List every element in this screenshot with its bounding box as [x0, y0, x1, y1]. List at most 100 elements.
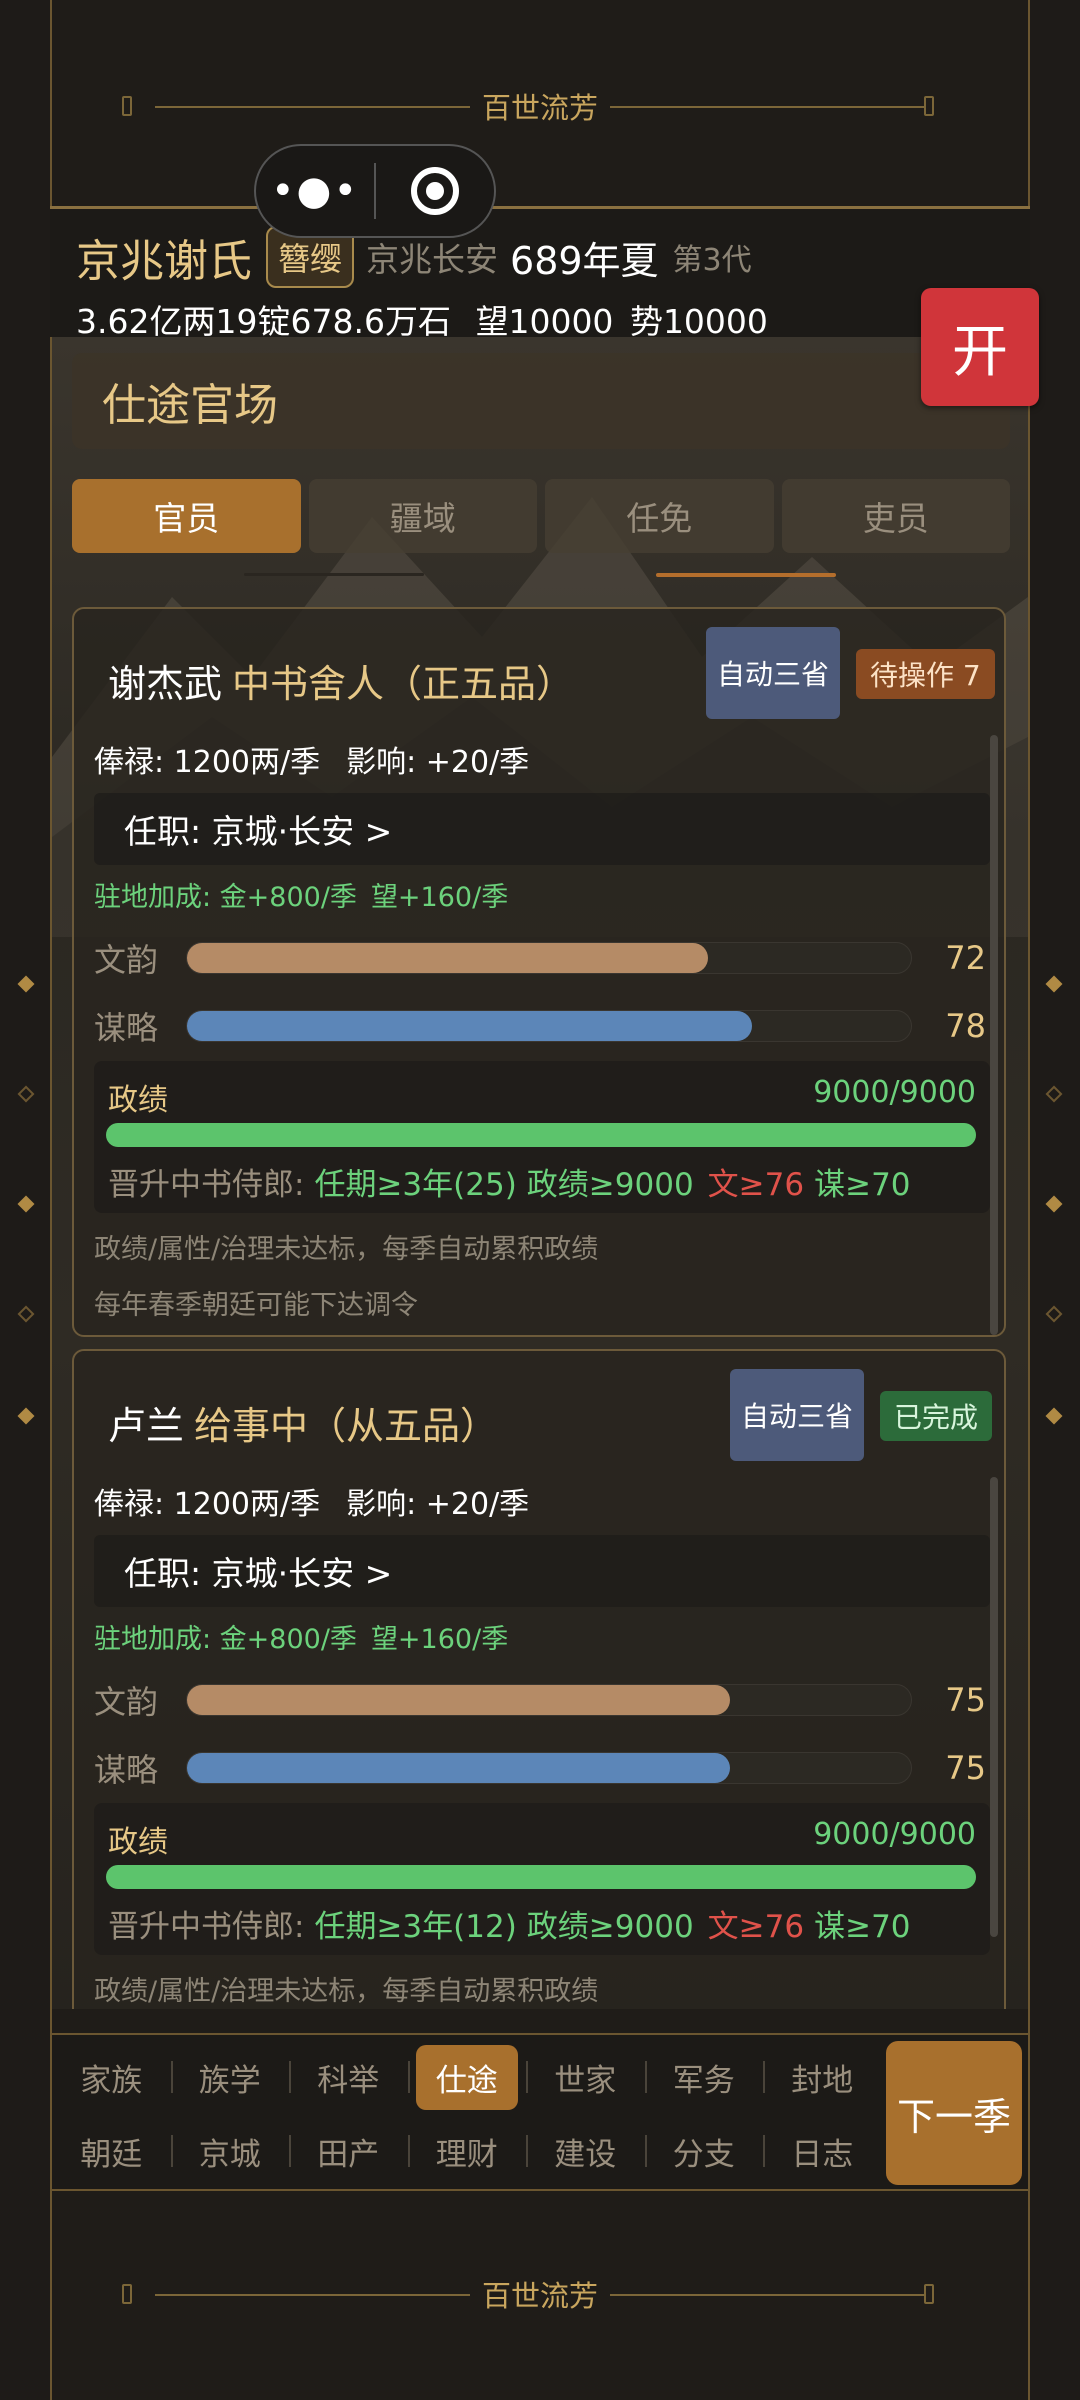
nav-item[interactable]: 田产	[289, 2119, 408, 2183]
performance-value: 9000/9000	[813, 1075, 976, 1110]
nav-item-label: 理财	[435, 2136, 498, 2173]
open-button[interactable]: 开	[921, 288, 1039, 406]
tab-territory[interactable]: 疆域	[308, 479, 537, 553]
stat-fill	[187, 943, 709, 973]
frame-title-bottom: 百世流芳	[0, 2234, 1080, 2354]
nav-item-label: 族学	[198, 2062, 261, 2099]
nav-item[interactable]: 朝廷	[52, 2119, 171, 2183]
frame-title-text: 百世流芳	[469, 2279, 610, 2313]
nav-item[interactable]: 仕途	[407, 2044, 527, 2110]
nav-item-label: 建设	[554, 2136, 617, 2173]
nav-item[interactable]: 封地	[763, 2045, 882, 2109]
status-badge: 待操作 7	[856, 649, 995, 699]
stat-label: 谋略	[94, 1009, 159, 1047]
nav-item-label: 家族	[80, 2062, 143, 2099]
official-position: 给事中（从五品）	[194, 1404, 499, 1448]
official-name: 卢兰	[108, 1404, 185, 1448]
performance-bar	[106, 1865, 976, 1889]
salary: 俸禄: 1200两/季	[94, 745, 321, 780]
req-tenure: 任期≥3年(25)	[314, 1167, 517, 1203]
side-ornament-left	[16, 970, 36, 1430]
stat-value: 72	[945, 939, 986, 977]
salary: 俸禄: 1200两/季	[94, 1487, 321, 1522]
stat-fill	[187, 1685, 730, 1715]
stat-row: 谋略 75	[94, 1743, 986, 1793]
tab-clerks[interactable]: 吏员	[781, 479, 1010, 553]
card-scrollbar[interactable]	[990, 735, 998, 1335]
clan-location: 京兆长安	[366, 240, 499, 279]
bonus-gold: 驻地加成: 金+800/季	[94, 1624, 357, 1655]
nav-item[interactable]: 军务	[644, 2045, 764, 2109]
influence: 影响: +20/季	[346, 1487, 530, 1522]
stat-label: 文韵	[94, 941, 159, 979]
tab-appointment[interactable]: 任免	[545, 479, 774, 553]
nav-item[interactable]: 分支	[644, 2119, 764, 2183]
req-wen: 文≥76	[707, 1909, 805, 1945]
official-card[interactable]: 卢兰 给事中（从五品） 自动三省 已完成 俸禄: 1200两/季 影响: +20/季…	[72, 1349, 1006, 2009]
nav-item[interactable]: 日志	[763, 2119, 882, 2183]
stat-row: 谋略 78	[94, 1001, 986, 1051]
next-season-button[interactable]: 下一季	[886, 2041, 1022, 2185]
miniprogram-capsule: •●•	[254, 144, 496, 238]
nav-item[interactable]: 建设	[526, 2119, 645, 2183]
stat-row: 文韵 72	[94, 933, 986, 983]
bonus-gold: 驻地加成: 金+800/季	[94, 882, 357, 913]
post-selector[interactable]: 任职: 京城·长安 >	[94, 1535, 990, 1607]
nav-item-label: 军务	[672, 2062, 735, 2099]
nav-item-label: 日志	[791, 2136, 854, 2173]
official-title: 谢杰武 中书舍人（正五品）	[108, 653, 574, 708]
nav-item[interactable]: 理财	[407, 2119, 527, 2183]
post-selector[interactable]: 任职: 京城·长安 >	[94, 793, 990, 865]
nav-row: 朝廷 京城 田产 理财 建设 分支 日志	[52, 2119, 882, 2183]
side-ornament-right	[1044, 970, 1064, 1430]
nav-item-label: 分支	[672, 2136, 735, 2173]
promotion-requirements: 晋升中书侍郎: 任期≥3年(12) 政绩≥9000 文≥76 谋≥70	[108, 1901, 911, 1946]
performance-panel: 政绩 9000/9000 晋升中书侍郎: 任期≥3年(12) 政绩≥9000 文≥76…	[94, 1803, 990, 1955]
more-icon[interactable]: •●•	[256, 171, 374, 211]
nav-item[interactable]: 京城	[170, 2119, 290, 2183]
stat-value: 75	[945, 1681, 986, 1719]
tab-officials[interactable]: 官员	[72, 479, 301, 553]
bonus-prestige: 望+160/季	[370, 882, 509, 913]
req-performance: 政绩≥9000	[526, 1167, 694, 1203]
nav-item-label: 科举	[317, 2062, 380, 2099]
official-card[interactable]: 谢杰武 中书舍人（正五品） 自动三省 待操作 7 俸禄: 1200两/季 影响: +…	[72, 607, 1006, 1337]
card-scrollbar[interactable]	[990, 1477, 998, 1937]
req-tenure: 任期≥3年(12)	[314, 1909, 517, 1945]
performance-label: 政绩	[108, 1083, 168, 1118]
nav-item[interactable]: 族学	[170, 2045, 290, 2109]
nav-item-label: 世家	[554, 2062, 617, 2099]
official-name: 谢杰武	[108, 662, 223, 706]
stat-track	[186, 1752, 912, 1784]
post-location: 任职: 京城·长安 >	[124, 812, 393, 851]
auto-three-departments-button[interactable]: 自动三省	[706, 627, 840, 719]
nav-item-label: 仕途	[415, 2044, 518, 2110]
prestige: 望10000	[475, 302, 614, 341]
nav-item[interactable]: 家族	[52, 2045, 171, 2109]
tab-indicator	[656, 573, 836, 577]
promotion-target: 晋升中书侍郎:	[108, 1167, 305, 1203]
auto-three-departments-button[interactable]: 自动三省	[730, 1369, 864, 1461]
stat-track	[186, 942, 912, 974]
req-wen: 文≥76	[707, 1167, 805, 1203]
bottom-nav: 家族 族学 科举 仕途 世家 军务 封地 朝廷 京城 田产 理财 建设 分支 日志 下一季	[52, 2033, 1028, 2191]
close-miniprogram-icon[interactable]	[376, 167, 494, 215]
req-mou: 谋≥70	[814, 1909, 911, 1945]
nav-item-label: 朝廷	[80, 2136, 143, 2173]
performance-panel: 政绩 9000/9000 晋升中书侍郎: 任期≥3年(25) 政绩≥9000 文≥76…	[94, 1061, 990, 1213]
performance-fill	[106, 1865, 976, 1889]
post-location: 任职: 京城·长安 >	[124, 1554, 393, 1593]
nav-item[interactable]: 科举	[289, 2045, 408, 2109]
clan-header: 京兆谢氏 簪缨 京兆长安 689年夏 第3代 3.62亿两19锭678.6万石 …	[50, 209, 1030, 341]
influence: 影响: +20/季	[346, 745, 530, 780]
stat-label: 谋略	[94, 1751, 159, 1789]
bonus-prestige: 望+160/季	[370, 1624, 509, 1655]
stat-track	[186, 1010, 912, 1042]
status-badge: 已完成	[880, 1391, 993, 1441]
official-position: 中书舍人（正五品）	[232, 662, 575, 706]
card-note: 每年春季朝廷可能下达调令	[94, 1290, 418, 1321]
nav-item[interactable]: 世家	[526, 2045, 645, 2109]
req-mou: 谋≥70	[814, 1167, 911, 1203]
performance-bar	[106, 1123, 976, 1147]
section-title: 仕途官场	[102, 380, 278, 431]
